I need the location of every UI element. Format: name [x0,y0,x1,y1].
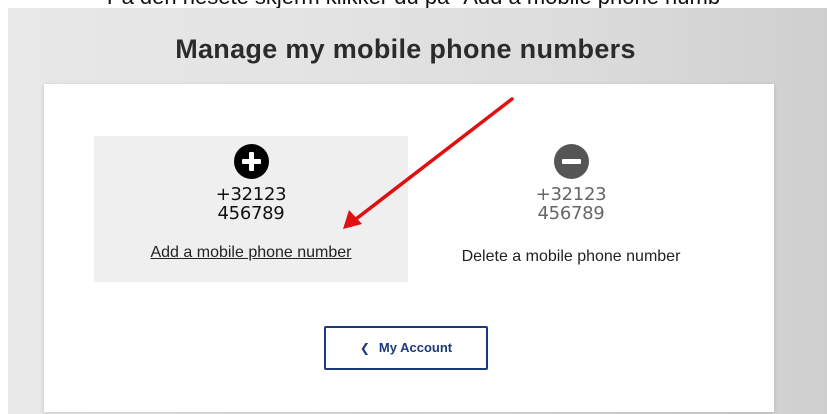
minus-bar [562,159,581,164]
my-account-label: My Account [378,340,453,355]
options-card: +32123 456789 Add a mobile phone number … [44,84,774,412]
phone-number-line-2: 456789 [537,203,605,224]
add-phone-option[interactable]: +32123 456789 Add a mobile phone number [94,136,408,282]
plus-vertical-bar [249,152,254,171]
chevron-left-icon: ❮ [359,341,370,355]
phone-number-line-1: +32123 [535,184,607,205]
minus-circle-icon [554,144,589,179]
delete-phone-option[interactable]: +32123 456789 Delete a mobile phone numb… [428,136,714,296]
add-mobile-phone-link[interactable]: Add a mobile phone number [94,244,408,262]
phone-number-line-1: +32123 [215,184,287,205]
page-title: Manage my mobile phone numbers [175,34,636,64]
screenshot-caption: Pa den nesete skjerm klikker du pa "Add … [0,0,827,8]
phone-number-line-2: 456789 [217,203,285,224]
my-account-button[interactable]: ❮ My Account [324,326,488,370]
delete-mobile-phone-label[interactable]: Delete a mobile phone number [428,246,714,267]
page-backdrop: Manage my mobile phone numbers +32123 45… [8,8,827,414]
plus-circle-icon [234,144,269,179]
